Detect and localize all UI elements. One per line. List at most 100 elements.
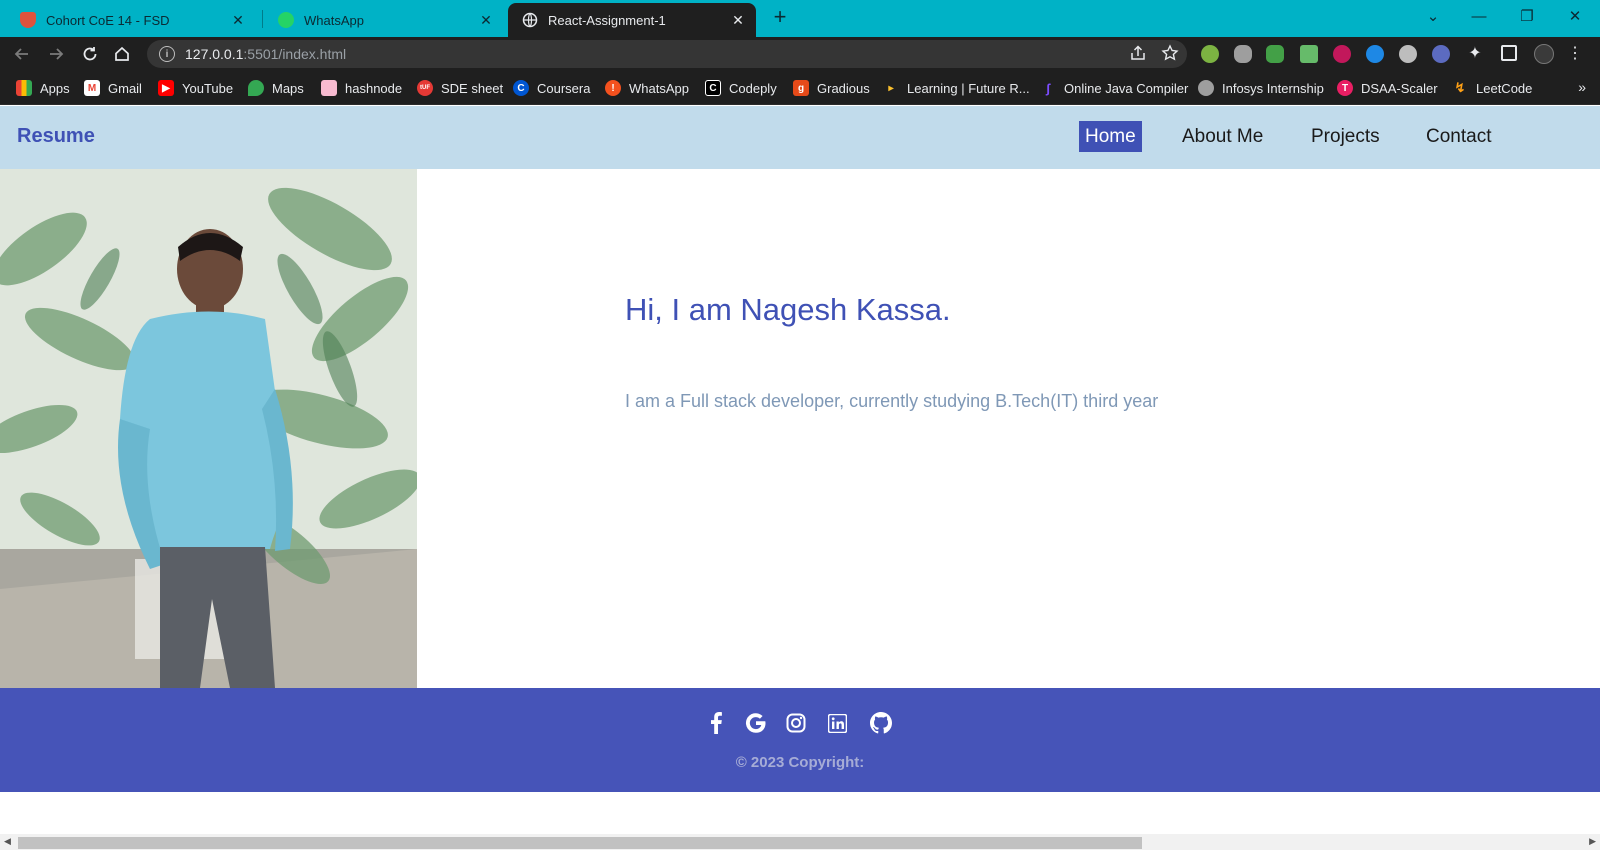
scroll-left-arrow-icon[interactable]: ◀ [4, 836, 11, 847]
address-bar[interactable]: i 127.0.0.1:5501/index.html [147, 40, 1187, 68]
extension-purple-icon[interactable] [1432, 45, 1450, 63]
extensions-puzzle-icon[interactable]: ✦ [1466, 45, 1484, 63]
brand-logo[interactable]: Resume [17, 125, 95, 148]
facebook-icon[interactable] [703, 710, 729, 736]
bookmark-label: Infosys Internship [1222, 80, 1324, 96]
tab-react-assignment[interactable]: React-Assignment-1 ✕ [508, 3, 756, 37]
bookmark-label: hashnode [345, 80, 403, 96]
sde-sheet-icon: tUF [417, 80, 433, 96]
reload-icon[interactable] [78, 42, 102, 66]
browser-toolbar: i 127.0.0.1:5501/index.html ✦ ⋮ [0, 37, 1600, 71]
back-arrow-icon[interactable] [10, 42, 34, 66]
close-tab-icon[interactable]: ✕ [730, 12, 746, 28]
bookmark-label: WhatsApp [629, 80, 689, 96]
share-icon[interactable] [1129, 44, 1147, 67]
bookmark-learning[interactable]: ▸ Learning | Future R... [883, 79, 1030, 97]
nav-contact[interactable]: Contact [1420, 121, 1497, 152]
tab-whatsapp[interactable]: WhatsApp ✕ [264, 3, 504, 37]
bookmark-infosys[interactable]: Infosys Internship [1198, 79, 1324, 97]
bookmark-gradious[interactable]: g Gradious [793, 79, 870, 97]
copyright-text: © 2023 Copyright: [735, 754, 865, 771]
globe-favicon-icon [522, 12, 538, 28]
apps-grid-icon [16, 80, 32, 96]
close-window-icon[interactable]: ✕ [1552, 0, 1598, 32]
tab-cohort[interactable]: Cohort CoE 14 - FSD ✕ [6, 3, 256, 37]
bookmark-label: Apps [40, 80, 70, 96]
side-panel-icon[interactable] [1501, 45, 1517, 61]
hero-title: Hi, I am Nagesh Kassa. [625, 292, 951, 327]
bookmark-coursera[interactable]: C Coursera [513, 79, 590, 97]
bookmark-label: Maps [272, 80, 304, 96]
gradious-icon: g [793, 80, 809, 96]
bookmark-codeply[interactable]: C Codeply [705, 79, 777, 97]
scrollbar-thumb[interactable] [18, 837, 1142, 849]
scroll-right-arrow-icon[interactable]: ▶ [1589, 836, 1596, 847]
tab-title: React-Assignment-1 [548, 12, 666, 28]
extension-mail-icon[interactable] [1300, 45, 1318, 63]
minimize-icon[interactable]: — [1456, 0, 1502, 32]
bookmark-star-icon[interactable] [1161, 44, 1179, 67]
profile-avatar[interactable] [1534, 44, 1554, 64]
menu-kebab-icon[interactable]: ⋮ [1566, 45, 1584, 63]
extension-tree-icon[interactable] [1266, 45, 1284, 63]
bookmark-label: Gmail [108, 80, 142, 96]
bookmark-java-compiler[interactable]: ʃ Online Java Compiler [1040, 79, 1188, 97]
url-host: 127.0.0.1 [185, 46, 244, 62]
leetcode-icon: ↯ [1454, 80, 1466, 95]
tab-title: WhatsApp [304, 12, 364, 28]
bookmarks-bar: Apps M Gmail ▶ YouTube Maps hashnode tUF SD… [0, 71, 1600, 105]
github-icon[interactable] [868, 710, 894, 736]
extension-blue-icon[interactable] [1366, 45, 1384, 63]
more-bookmarks-button[interactable]: » [1578, 79, 1586, 95]
bookmark-label: Online Java Compiler [1064, 80, 1189, 96]
bookmark-whatsapp[interactable]: ! WhatsApp [605, 79, 689, 97]
extension-white-icon[interactable] [1399, 45, 1417, 63]
site-navbar: Resume Home About Me Projects Contact [0, 106, 1600, 169]
nav-projects[interactable]: Projects [1305, 121, 1386, 152]
bookmark-apps[interactable]: Apps [16, 79, 70, 97]
home-icon[interactable] [110, 42, 134, 66]
tab-separator [262, 10, 263, 28]
learning-icon: ▸ [888, 82, 894, 94]
linkedin-icon[interactable] [824, 710, 850, 736]
globe-icon [1198, 80, 1214, 96]
profile-photo [0, 169, 417, 688]
bookmark-label: LeetCode [1476, 80, 1533, 96]
google-icon[interactable] [743, 710, 769, 736]
tab-title: Cohort CoE 14 - FSD [46, 12, 170, 28]
forward-arrow-icon[interactable] [44, 42, 68, 66]
page-viewport: Resume Home About Me Projects Contact Hi… [0, 106, 1600, 850]
bookmark-label: SDE sheet [441, 80, 504, 96]
instagram-icon[interactable] [783, 710, 809, 736]
bookmark-sde-sheet[interactable]: tUF SDE sheet [417, 79, 503, 97]
new-tab-button[interactable]: + [768, 6, 792, 30]
site-info-icon[interactable]: i [159, 46, 175, 62]
url-path: :5501/index.html [243, 46, 347, 62]
bookmark-label: Learning | Future R... [907, 80, 1030, 96]
bookmark-leetcode[interactable]: ↯ LeetCode [1452, 79, 1533, 97]
bookmark-youtube[interactable]: ▶ YouTube [158, 79, 233, 97]
hero-subtitle: I am a Full stack developer, currently s… [625, 391, 1159, 411]
bookmark-label: DSAA-Scaler [1361, 80, 1438, 96]
bookmark-label: YouTube [182, 80, 234, 96]
maps-icon [248, 80, 264, 96]
nav-home[interactable]: Home [1079, 121, 1142, 152]
close-tab-icon[interactable]: ✕ [478, 12, 494, 28]
extension-green-icon[interactable] [1201, 45, 1219, 63]
bookmark-dsaa-scaler[interactable]: T DSAA-Scaler [1337, 79, 1438, 97]
horizontal-scrollbar[interactable]: ◀ ▶ [0, 834, 1600, 850]
bookmark-gmail[interactable]: M Gmail [84, 79, 142, 97]
bookmark-label: Gradious [817, 80, 870, 96]
restore-icon[interactable]: ❐ [1504, 0, 1550, 32]
codeply-icon: C [705, 80, 721, 96]
extension-play-icon[interactable] [1333, 45, 1351, 63]
extension-grey-icon[interactable] [1234, 45, 1252, 63]
nav-about-me[interactable]: About Me [1176, 121, 1269, 152]
bookmark-hashnode[interactable]: hashnode [321, 79, 402, 97]
hashnode-icon [321, 80, 337, 96]
bookmark-maps[interactable]: Maps [248, 79, 304, 97]
close-tab-icon[interactable]: ✕ [230, 12, 246, 28]
bookmark-label: Coursera [537, 80, 591, 96]
tab-search-icon[interactable]: ⌄ [1410, 0, 1456, 32]
gmail-icon: M [84, 80, 100, 96]
